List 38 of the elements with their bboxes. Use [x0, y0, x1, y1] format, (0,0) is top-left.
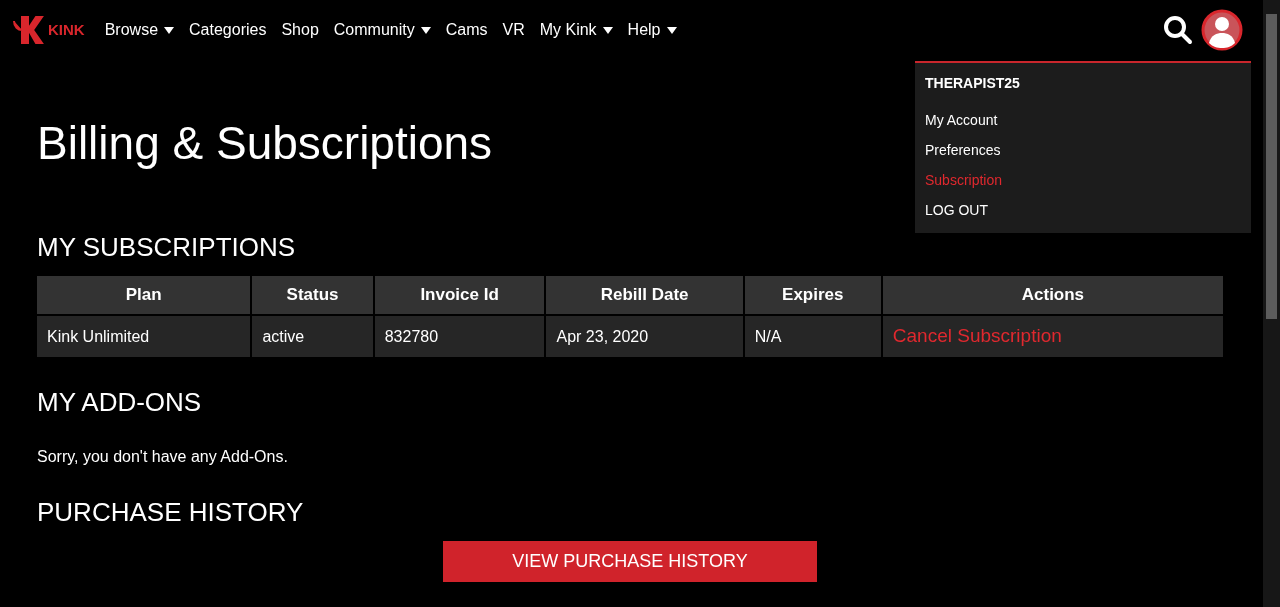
menu-item[interactable]: My Account — [925, 110, 1241, 130]
menu-item[interactable]: LOG OUT — [925, 200, 1241, 220]
table-cell: active — [252, 316, 373, 357]
nav-link[interactable]: My Kink — [539, 18, 613, 42]
menu-item[interactable]: Preferences — [925, 140, 1241, 160]
search-icon[interactable] — [1163, 15, 1193, 45]
nav-link[interactable]: Cams — [445, 18, 488, 42]
nav-link[interactable]: Community — [333, 18, 431, 42]
section-heading: MY ADD-ONS — [37, 389, 203, 415]
avatar-icon[interactable] — [1201, 9, 1243, 51]
nav-link[interactable]: Shop — [281, 18, 319, 42]
column-header: Rebill Date — [546, 276, 743, 314]
menu-item[interactable]: Subscription — [925, 170, 1241, 190]
caret-icon — [420, 26, 431, 34]
column-header: Expires — [744, 276, 881, 314]
table-cell: N/A — [744, 316, 881, 357]
nav-link[interactable]: Help — [627, 18, 677, 42]
section-heading: PURCHASE HISTORY — [37, 499, 305, 525]
logo-icon[interactable] — [10, 13, 44, 47]
empty-message: Sorry, you don't have any Add-Ons. — [37, 447, 289, 467]
view-purchase-history-button[interactable]: VIEW PURCHASE HISTORY — [443, 541, 817, 582]
nav-link[interactable]: Browse — [104, 18, 175, 42]
caret-icon — [602, 26, 613, 34]
table-cell: 832780 — [374, 316, 545, 357]
section-heading: MY SUBSCRIPTIONS — [37, 234, 297, 260]
nav-link[interactable]: VR — [502, 18, 525, 42]
column-header: Invoice Id — [374, 276, 545, 314]
caret-icon — [164, 26, 175, 34]
column-header: Actions — [882, 276, 1223, 314]
logo-text[interactable]: KINK — [48, 18, 85, 42]
caret-icon — [666, 26, 677, 34]
column-header: Plan — [37, 276, 251, 314]
table-cell: Kink Unlimited — [37, 316, 251, 357]
username: THERAPIST25 — [925, 74, 1021, 93]
nav-link[interactable]: Categories — [189, 18, 267, 42]
table-cell: Apr 23, 2020 — [546, 316, 743, 357]
scrollbar[interactable] — [1263, 0, 1280, 607]
column-header: Status — [252, 276, 373, 314]
